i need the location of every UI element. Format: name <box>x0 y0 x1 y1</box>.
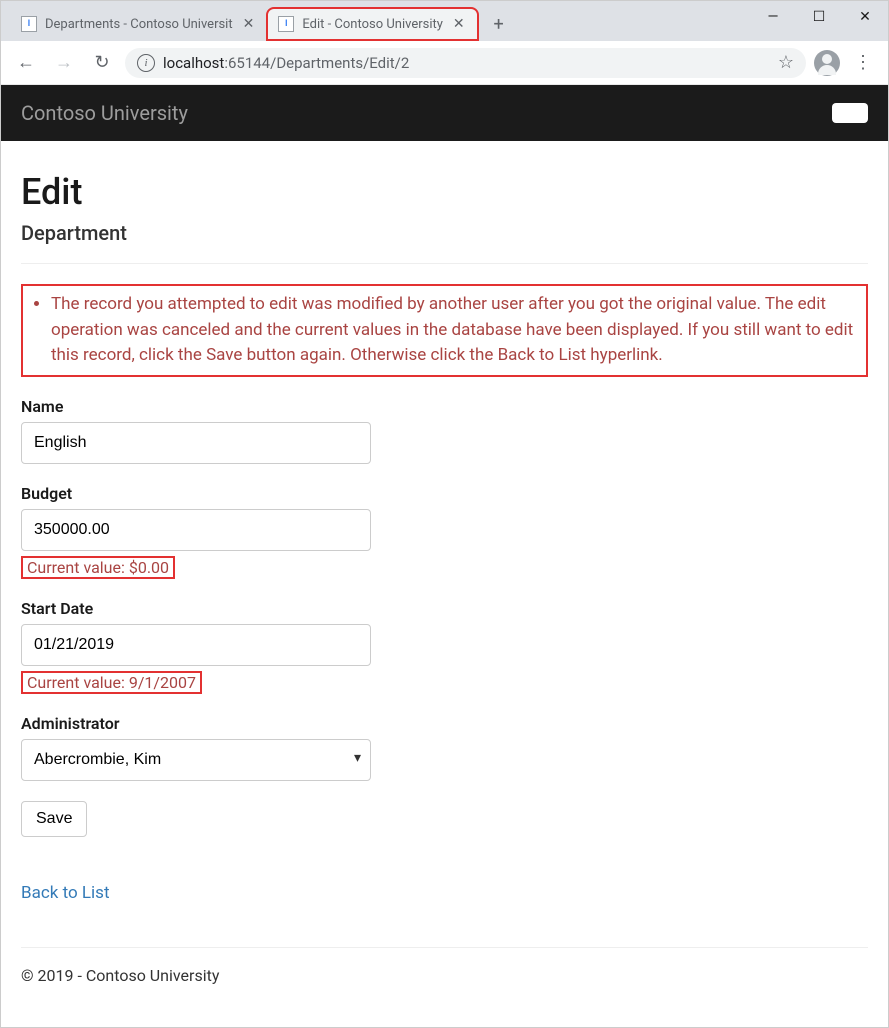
app-navbar: Contoso University <box>1 85 888 141</box>
window-controls: — ☐ ✕ <box>750 1 888 33</box>
name-label: Name <box>21 397 868 416</box>
close-icon[interactable]: ✕ <box>241 16 257 32</box>
url-text: localhost:65144/Departments/Edit/2 <box>163 54 409 72</box>
address-bar: ← → ↻ i localhost:65144/Departments/Edit… <box>1 41 888 85</box>
validation-summary: The record you attempted to edit was mod… <box>21 284 868 377</box>
page-icon: I <box>21 16 37 32</box>
page-content: Edit Department The record you attempted… <box>1 141 888 1005</box>
bookmark-icon[interactable]: ☆ <box>778 52 794 73</box>
forward-button[interactable]: → <box>49 48 79 78</box>
reload-button[interactable]: ↻ <box>87 48 117 78</box>
browser-titlebar: I Departments - Contoso Universit ✕ I Ed… <box>1 1 888 41</box>
page-title: Edit <box>21 171 868 213</box>
page-footer: © 2019 - Contoso University <box>21 947 868 985</box>
startdate-validation: Current value: 9/1/2007 <box>21 671 202 694</box>
form-group-startdate: Start Date Current value: 9/1/2007 <box>21 599 868 694</box>
url-input[interactable]: i localhost:65144/Departments/Edit/2 ☆ <box>125 48 806 78</box>
new-tab-button[interactable]: + <box>485 10 513 38</box>
divider <box>21 263 868 264</box>
browser-tab-active[interactable]: I Edit - Contoso University ✕ <box>266 7 478 41</box>
name-input[interactable] <box>21 422 371 464</box>
site-info-icon[interactable]: i <box>137 54 155 72</box>
startdate-label: Start Date <box>21 599 868 618</box>
form-group-submit: Save <box>21 801 868 837</box>
form-group-administrator: Administrator Abercrombie, Kim <box>21 714 868 781</box>
back-to-list-link[interactable]: Back to List <box>21 883 110 903</box>
tab-title: Edit - Contoso University <box>302 17 443 32</box>
back-button[interactable]: ← <box>11 48 41 78</box>
administrator-label: Administrator <box>21 714 868 733</box>
navbar-toggle[interactable] <box>832 103 868 123</box>
budget-label: Budget <box>21 484 868 503</box>
form-group-budget: Budget Current value: $0.00 <box>21 484 868 579</box>
save-button[interactable]: Save <box>21 801 87 837</box>
budget-validation: Current value: $0.00 <box>21 556 175 579</box>
close-icon[interactable]: ✕ <box>451 16 467 32</box>
browser-tab[interactable]: I Departments - Contoso Universit ✕ <box>11 7 266 41</box>
account-icon[interactable] <box>814 50 840 76</box>
validation-message: The record you attempted to edit was mod… <box>51 292 860 369</box>
page-icon: I <box>278 16 294 32</box>
maximize-button[interactable]: ☐ <box>796 1 842 33</box>
browser-menu-button[interactable]: ⋮ <box>848 52 878 73</box>
tab-title: Departments - Contoso Universit <box>45 17 233 32</box>
form-group-name: Name <box>21 397 868 464</box>
budget-input[interactable] <box>21 509 371 551</box>
page-subtitle: Department <box>21 221 868 245</box>
minimize-button[interactable]: — <box>750 1 796 33</box>
brand-link[interactable]: Contoso University <box>21 101 188 125</box>
administrator-select[interactable]: Abercrombie, Kim <box>21 739 371 781</box>
startdate-input[interactable] <box>21 624 371 666</box>
close-window-button[interactable]: ✕ <box>842 1 888 33</box>
